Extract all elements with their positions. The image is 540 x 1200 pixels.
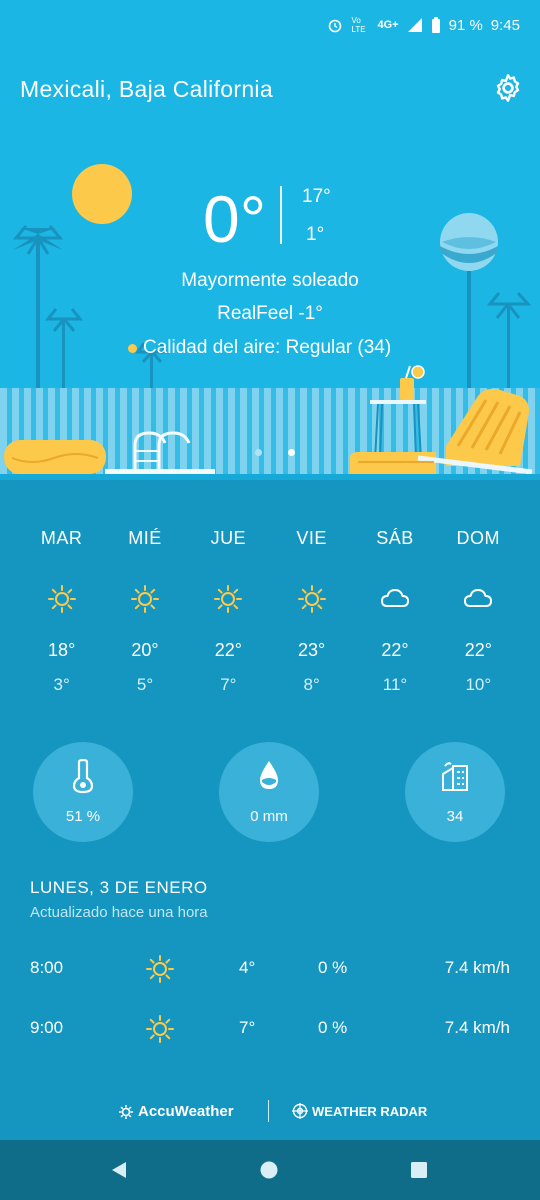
sun-illustration [72,164,132,224]
today-low: 1° [306,224,325,245]
accuweather-label: AccuWeather [138,1103,234,1120]
footer-divider [268,1100,269,1122]
updated-text: Actualizado hace una hora [30,904,208,921]
sun-icon [214,585,243,613]
hour-precip: 0 % [318,958,348,977]
status-bar: Vo LTE 4G+ 91 % 9:45 [0,0,540,52]
precipitation-value: 0 mm [250,808,288,825]
humidity-value: 51 % [65,808,101,825]
accuweather-link[interactable]: AccuWeather [118,1103,234,1120]
day-name: MAR [40,528,83,548]
pool-ladder-illustration [105,431,215,475]
battery-percent: 91 % [448,16,483,34]
network-indicator: 4G+ [377,19,399,31]
cloud-icon [380,589,409,607]
air-quality-dot-icon [128,343,137,353]
day-low: 10° [465,675,492,694]
day-high: 22° [214,640,242,660]
ground-line [0,474,540,480]
clock: 9:45 [490,16,520,34]
radar-icon [292,1103,308,1119]
day-low: 5° [136,675,154,694]
day-name: JUE [210,528,247,548]
day-name: DOM [456,528,501,548]
signal-icon [407,18,422,32]
home-icon[interactable] [260,1161,278,1179]
current-temperature: 0° [203,182,267,256]
day-low: 8° [303,675,320,694]
hour-time: 8:00 [30,958,64,977]
air-quality-bubble[interactable]: 34 [405,742,505,842]
back-icon[interactable] [110,1161,128,1179]
lamp-illustration [440,213,498,392]
page-dot[interactable] [255,449,262,456]
volte-indicator: Vo LTE [351,16,366,34]
settings-gear-icon[interactable] [492,72,524,104]
weather-radar-label: WEATHER RADAR [312,1103,428,1119]
location-title[interactable]: Mexicali, Baja California [20,76,273,103]
sun-icon [130,585,159,613]
forecast-day[interactable]: SÁB 22° 11° [353,528,436,695]
battery-icon [431,16,440,33]
hour-temp: 7° [239,1018,256,1037]
float-cushion-illustration [4,440,106,474]
page-dot-active[interactable] [288,449,295,456]
sun-icon [47,585,76,613]
day-high: 22° [464,640,492,660]
forecast-day[interactable]: MIÉ 20° 5° [103,528,186,695]
hour-precip: 0 % [318,1018,348,1037]
air-quality-summary[interactable]: Calidad del aire: Regular (34) [128,337,391,359]
air-quality-value: 34 [446,808,464,825]
footer: AccuWeather WEATHER RADAR [0,1098,540,1128]
precipitation-bubble[interactable]: 0 mm [219,742,319,842]
accuweather-sun-icon [119,1104,133,1119]
page-indicator [255,449,295,456]
day-high: 20° [131,640,159,660]
raindrop-icon [260,761,278,789]
forecast-day[interactable]: VIE 23° 8° [270,528,353,695]
sun-icon [146,1015,174,1043]
alarm-icon [329,19,342,33]
day-name: SÁB [376,528,414,548]
daily-forecast: MAR 18° 3° MIÉ 20° 5° JUE 22° 7° VIE 23°… [20,528,520,695]
humidity-icon [72,758,94,794]
today-high: 17° [302,186,331,207]
realfeel-text: RealFeel -1° [217,303,323,324]
day-low: 3° [53,675,70,694]
hour-temp: 4° [239,958,256,977]
day-name: VIE [296,528,327,548]
sun-icon [146,955,174,983]
weather-radar-link[interactable]: WEATHER RADAR [292,1103,427,1119]
forecast-day[interactable]: MAR 18° 3° [20,528,103,695]
hourly-row[interactable]: 8:00 4° 0 % 7.4 km/h [30,955,510,988]
cloud-icon [464,589,493,607]
day-low: 7° [220,675,237,694]
android-nav-bar [0,1140,540,1200]
hour-wind: 7.4 km/h [444,1018,510,1037]
day-high: 23° [298,640,326,660]
city-air-icon [442,762,468,791]
temperature-divider [280,186,282,244]
condition-text: Mayormente soleado [181,270,359,291]
hour-time: 9:00 [30,1018,64,1037]
hourly-row[interactable]: 9:00 7° 0 % 7.4 km/h [30,1015,510,1048]
weather-hero: Vo LTE 4G+ 91 % 9:45 Mexicali, Baja Cali… [0,0,540,480]
air-quality-text: Calidad del aire: Regular (34) [143,337,392,358]
forecast-day[interactable]: DOM 22° 10° [437,528,520,695]
forecast-day[interactable]: JUE 22° 7° [187,528,270,695]
day-low: 11° [382,675,408,694]
hour-wind: 7.4 km/h [444,958,510,977]
recents-icon[interactable] [410,1161,428,1179]
sun-icon [297,585,326,613]
humidity-bubble[interactable]: 51 % [33,742,133,842]
lounge-chair-illustration [350,388,533,476]
day-high: 22° [381,640,409,660]
date-header: LUNES, 3 DE ENERO [30,878,208,897]
day-high: 18° [48,640,76,660]
day-name: MIÉ [128,528,162,548]
